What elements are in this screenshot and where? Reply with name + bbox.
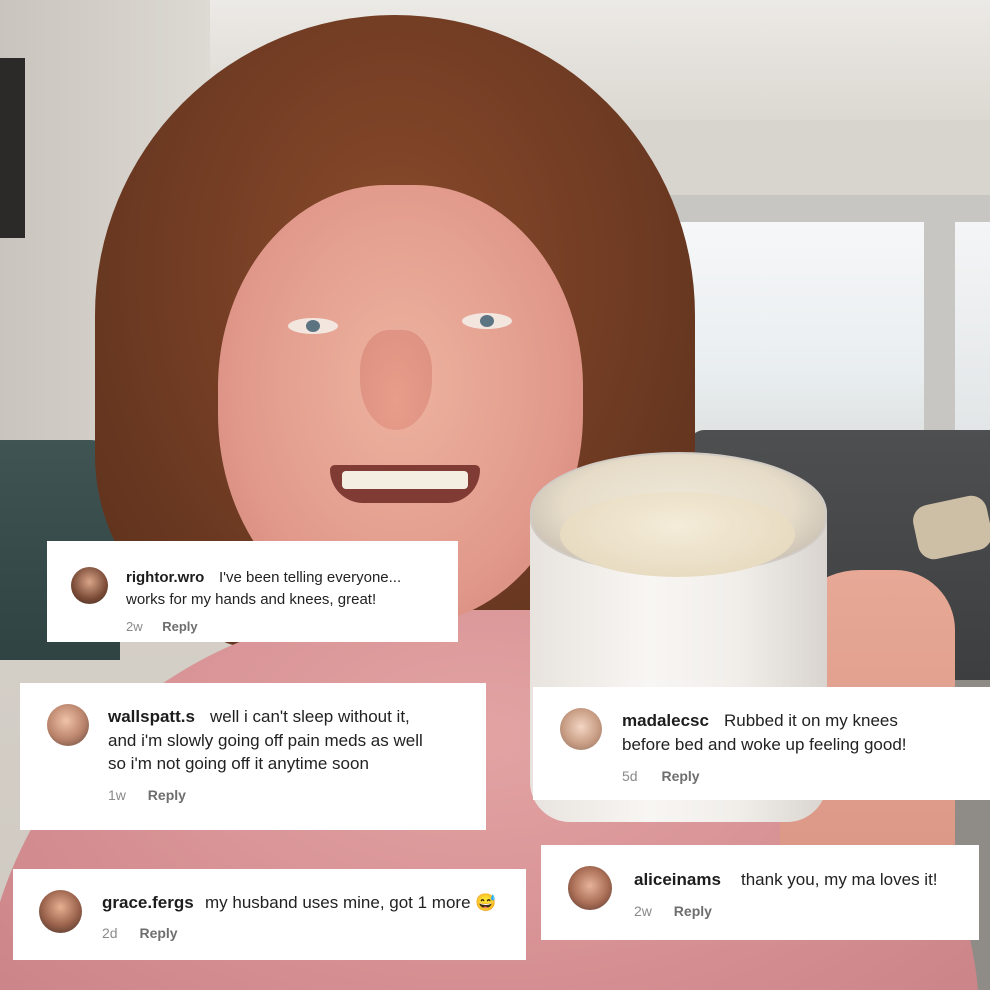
comment-text: so i'm not going off it anytime soon <box>108 754 369 773</box>
nose <box>360 330 432 430</box>
comment-card: aliceinams thank you, my ma loves it! 2w… <box>541 845 979 940</box>
jar-cream <box>560 492 795 577</box>
comment-text: thank you, my ma loves it! <box>741 870 938 889</box>
comment-card: rightor.wro I've been telling everyone..… <box>47 541 458 642</box>
comment-meta: 5d Reply <box>622 768 700 784</box>
comment-meta: 2w Reply <box>634 903 712 919</box>
smile <box>330 465 480 503</box>
comment-time: 1w <box>108 787 126 803</box>
reply-button[interactable]: Reply <box>139 925 177 941</box>
reply-button[interactable]: Reply <box>162 619 197 634</box>
comment-username[interactable]: wallspatt.s <box>108 707 195 727</box>
comment-card: madalecsc Rubbed it on my knees before b… <box>533 687 990 800</box>
comment-meta: 2w Reply <box>126 619 198 634</box>
comment-text: well i can't sleep without it, <box>210 707 410 726</box>
comment-time: 5d <box>622 768 638 784</box>
comment-text: before bed and woke up feeling good! <box>622 735 907 754</box>
reply-button[interactable]: Reply <box>674 903 712 919</box>
window-pane-side <box>955 222 990 432</box>
comment-username[interactable]: aliceinams <box>634 870 721 890</box>
comment-text: my husband uses mine, got 1 more 😅 <box>205 893 497 912</box>
window-pane <box>668 222 924 432</box>
comment-text: Rubbed it on my knees <box>724 711 898 730</box>
reply-button[interactable]: Reply <box>661 768 699 784</box>
teeth <box>342 471 468 489</box>
comment-card: wallspatt.s well i can't sleep without i… <box>20 683 486 830</box>
left-eye <box>288 318 338 334</box>
avatar[interactable] <box>568 866 612 910</box>
comment-username[interactable]: rightor.wro <box>126 569 204 586</box>
comment-text: works for my hands and knees, great! <box>126 591 377 608</box>
avatar[interactable] <box>47 704 89 746</box>
comment-text: I've been telling everyone... <box>219 569 402 586</box>
comment-text: and i'm slowly going off pain meds as we… <box>108 731 423 750</box>
avatar[interactable] <box>560 708 602 750</box>
wall-poster <box>0 58 25 238</box>
avatar[interactable] <box>39 890 82 933</box>
right-eye <box>462 313 512 329</box>
reply-button[interactable]: Reply <box>148 787 186 803</box>
background-photo <box>0 0 990 990</box>
comment-time: 2w <box>126 619 143 634</box>
comment-meta: 2d Reply <box>102 925 178 941</box>
comment-card: grace.fergs my husband uses mine, got 1 … <box>13 869 526 960</box>
avatar[interactable] <box>71 567 108 604</box>
comment-time: 2d <box>102 925 118 941</box>
comment-time: 2w <box>634 903 652 919</box>
comment-username[interactable]: grace.fergs <box>102 893 194 913</box>
comment-username[interactable]: madalecsc <box>622 711 709 731</box>
comment-meta: 1w Reply <box>108 787 186 803</box>
